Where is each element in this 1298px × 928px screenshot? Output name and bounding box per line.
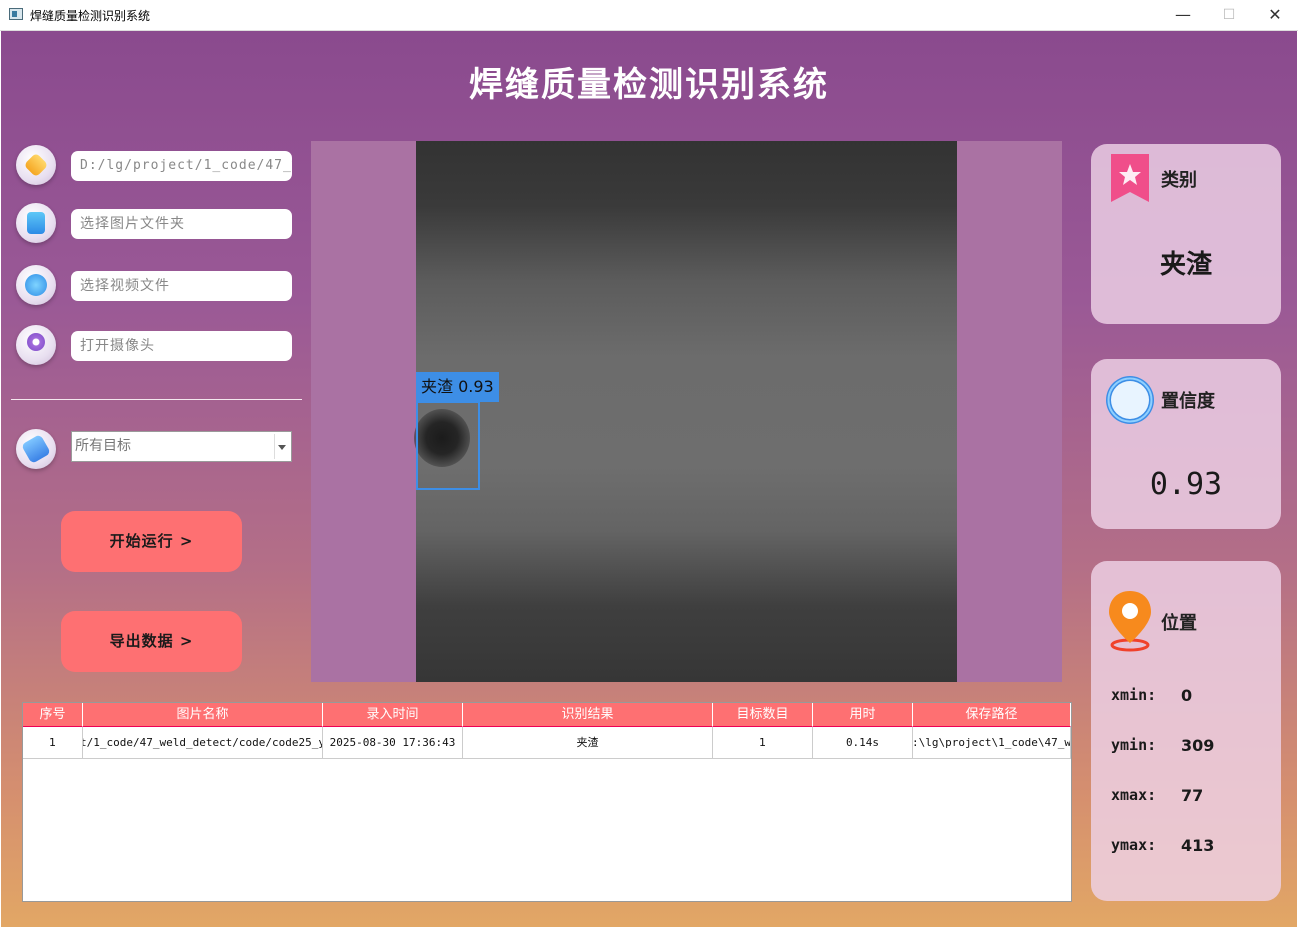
table-row[interactable]: 1 D:/lg/project/1_code/47_weld_detect/co… xyxy=(23,727,1071,759)
table-cell: 1 xyxy=(23,727,83,758)
xmin-row: xmin: 0 xyxy=(1111,686,1192,705)
category-title: 类别 xyxy=(1161,170,1197,191)
xmin-label: xmin: xyxy=(1111,686,1157,704)
table-header: 序号 图片名称 录入时间 识别结果 目标数目 用时 保存路径 xyxy=(23,703,1071,727)
camera-input[interactable]: 打开摄像头 xyxy=(71,331,292,361)
xmax-row: xmax: 77 xyxy=(1111,786,1203,805)
detection-label: 夹渣 0.93 xyxy=(416,372,499,402)
results-table[interactable]: 序号 图片名称 录入时间 识别结果 目标数目 用时 保存路径 1 D:/lg/p… xyxy=(22,702,1072,902)
column-header[interactable]: 图片名称 xyxy=(83,703,323,727)
category-card: 类别 夹渣 xyxy=(1091,144,1281,324)
map-pin-icon xyxy=(1109,591,1151,652)
divider xyxy=(11,399,302,400)
confidence-card: 置信度 0.93 xyxy=(1091,359,1281,529)
target-select-value: 所有目标 xyxy=(75,438,131,454)
xmax-value: 77 xyxy=(1181,786,1204,805)
ymax-value: 413 xyxy=(1181,836,1215,855)
column-header[interactable]: 序号 xyxy=(23,703,83,727)
ring-icon xyxy=(1106,376,1154,424)
ymin-label: ymin: xyxy=(1111,736,1157,754)
app-icon xyxy=(9,8,23,20)
ymax-label: ymax: xyxy=(1111,836,1157,854)
app-title: 焊缝质量检测识别系统 xyxy=(469,65,829,105)
table-cell: 1 xyxy=(713,727,813,758)
table-cell: D:/lg/project/1_code/47_weld_detect/code… xyxy=(83,727,323,758)
category-value: 夹渣 xyxy=(1159,250,1212,280)
xmax-label: xmax: xyxy=(1111,786,1157,804)
ymin-row: ymin: 309 xyxy=(1111,736,1214,755)
layers-icon[interactable] xyxy=(16,145,56,185)
window-titlebar: 焊缝质量检测识别系统 — ☐ ✕ xyxy=(0,0,1298,31)
xmin-value: 0 xyxy=(1181,686,1193,705)
close-button[interactable]: ✕ xyxy=(1252,0,1298,30)
export-button[interactable]: 导出数据 > xyxy=(61,611,242,672)
minimize-button[interactable]: — xyxy=(1160,0,1206,30)
position-card: 位置 xmin: 0 ymin: 309 xmax: 77 ymax: 413 xyxy=(1091,561,1281,901)
ymin-value: 309 xyxy=(1181,736,1215,755)
column-header[interactable]: 保存路径 xyxy=(913,703,1071,727)
start-button[interactable]: 开始运行 > xyxy=(61,511,242,572)
image-folder-input[interactable]: 选择图片文件夹 xyxy=(71,209,292,239)
maximize-button[interactable]: ☐ xyxy=(1206,0,1252,30)
main-panel: 焊缝质量检测识别系统 D:/lg/project/1_code/47_wel 选… xyxy=(1,31,1297,927)
table-cell: 夹渣 xyxy=(463,727,713,758)
ymax-row: ymax: 413 xyxy=(1111,836,1214,855)
bookmark-star-icon xyxy=(1111,154,1149,202)
column-header[interactable]: 用时 xyxy=(813,703,913,727)
window-title: 焊缝质量检测识别系统 xyxy=(30,9,151,23)
column-header[interactable]: 目标数目 xyxy=(713,703,813,727)
confidence-title: 置信度 xyxy=(1161,391,1215,412)
chevron-down-icon[interactable] xyxy=(274,434,289,459)
table-cell: 0.14s xyxy=(813,727,913,758)
video-file-input[interactable]: 选择视频文件 xyxy=(71,271,292,301)
film-reel-icon[interactable] xyxy=(16,265,56,305)
weld-image xyxy=(414,141,957,682)
target-select[interactable]: 所有目标 xyxy=(71,431,292,462)
column-header[interactable]: 录入时间 xyxy=(323,703,463,727)
table-cell: D:\lg\project\1_code\47_w… xyxy=(913,727,1071,758)
detection-box xyxy=(416,401,480,490)
tag-icon xyxy=(16,429,56,469)
table-cell: 2025-08-30 17:36:43 xyxy=(323,727,463,758)
image-viewer: 夹渣 0.93 xyxy=(311,141,1062,682)
position-title: 位置 xyxy=(1161,613,1197,634)
webcam-icon[interactable] xyxy=(16,325,56,365)
model-path-input[interactable]: D:/lg/project/1_code/47_wel xyxy=(71,151,292,181)
image-file-icon[interactable] xyxy=(16,203,56,243)
confidence-value: 0.93 xyxy=(1149,467,1223,502)
column-header[interactable]: 识别结果 xyxy=(463,703,713,727)
